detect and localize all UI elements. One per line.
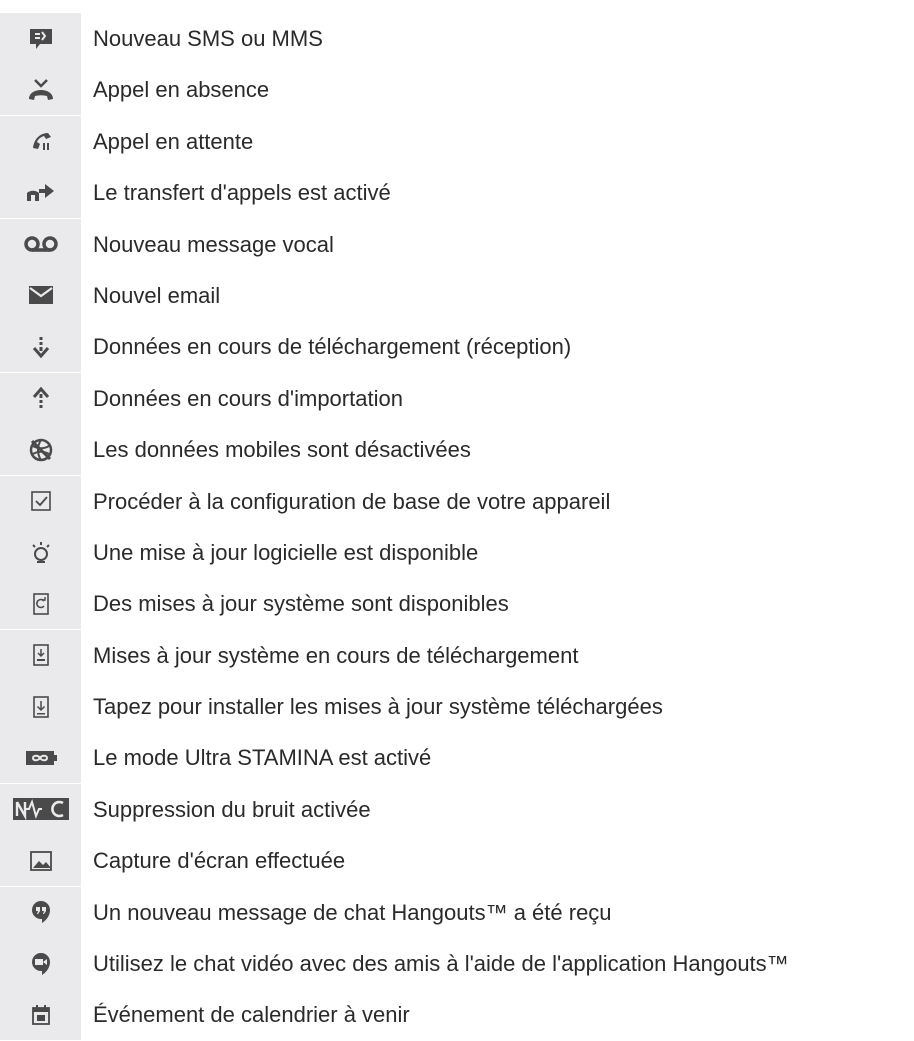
ultra-stamina-icon <box>0 732 81 784</box>
lightbulb-update-icon <box>0 526 81 578</box>
list-item: Appel en absence <box>0 64 914 116</box>
list-item-label: Une mise à jour logicielle est disponibl… <box>93 539 479 565</box>
list-item: Capture d'écran effectuée <box>0 835 914 887</box>
list-item: Le transfert d'appels est activé <box>0 167 914 219</box>
voicemail-icon <box>0 218 81 270</box>
list-item: Événement de calendrier à venir <box>0 989 914 1041</box>
list-item-label: Données en cours de téléchargement (réce… <box>93 334 572 360</box>
system-update-downloading-icon <box>0 629 81 681</box>
list-item: Procéder à la configuration de base de v… <box>0 475 914 527</box>
list-item-label: Des mises à jour système sont disponible… <box>93 591 509 617</box>
list-item-label: Nouveau message vocal <box>93 231 334 257</box>
list-item: Une mise à jour logicielle est disponibl… <box>0 526 914 578</box>
list-item: Tapez pour installer les mises à jour sy… <box>0 681 914 733</box>
sms-mms-icon <box>0 13 81 64</box>
list-item: Le mode Ultra STAMINA est activé <box>0 732 914 784</box>
list-item-label: Données en cours d'importation <box>93 385 403 411</box>
hangouts-chat-icon <box>0 886 81 938</box>
list-item-label: Utilisez le chat vidéo avec des amis à l… <box>93 951 789 977</box>
calendar-event-icon <box>0 989 81 1041</box>
list-item: Données en cours de téléchargement (réce… <box>0 321 914 373</box>
noise-cancel-icon <box>0 783 81 835</box>
email-icon <box>0 269 81 321</box>
download-icon <box>0 321 81 373</box>
list-item-label: Le transfert d'appels est activé <box>93 180 391 206</box>
list-item-label: Le mode Ultra STAMINA est activé <box>93 745 432 771</box>
system-update-install-icon <box>0 681 81 733</box>
list-item: Appel en attente <box>0 115 914 167</box>
call-on-hold-icon <box>0 115 81 167</box>
list-item: Suppression du bruit activée <box>0 783 914 835</box>
list-item: Utilisez le chat vidéo avec des amis à l… <box>0 938 914 990</box>
hangouts-video-icon <box>0 938 81 990</box>
list-item-label: Un nouveau message de chat Hangouts™ a é… <box>93 899 612 925</box>
checkbox-setup-icon <box>0 475 81 527</box>
list-item-label: Suppression du bruit activée <box>93 796 371 822</box>
list-item: Nouveau SMS ou MMS <box>0 13 914 64</box>
upload-icon <box>0 372 81 424</box>
missed-call-icon <box>0 64 81 116</box>
list-item: Les données mobiles sont désactivées <box>0 424 914 476</box>
list-item-label: Les données mobiles sont désactivées <box>93 437 471 463</box>
list-item-label: Capture d'écran effectuée <box>93 848 346 874</box>
list-item-label: Nouveau SMS ou MMS <box>93 26 323 51</box>
system-update-icon <box>0 578 81 630</box>
call-forwarding-icon <box>0 167 81 219</box>
list-item: Un nouveau message de chat Hangouts™ a é… <box>0 886 914 938</box>
list-item-label: Tapez pour installer les mises à jour sy… <box>93 694 663 720</box>
screenshot-icon <box>0 835 81 887</box>
list-item-label: Appel en absence <box>93 77 270 103</box>
list-item-label: Nouvel email <box>93 282 221 308</box>
mobile-data-off-icon <box>0 424 81 476</box>
list-item: Nouvel email <box>0 269 914 321</box>
list-item: Données en cours d'importation <box>0 372 914 424</box>
list-item: Mises à jour système en cours de télécha… <box>0 629 914 681</box>
list-item-label: Événement de calendrier à venir <box>93 1002 410 1028</box>
list-item-label: Mises à jour système en cours de télécha… <box>93 642 579 668</box>
notification-icon-list: Nouveau SMS ou MMS Appel en absence Appe… <box>0 13 914 1041</box>
list-item-label: Procéder à la configuration de base de v… <box>93 488 611 514</box>
list-item: Des mises à jour système sont disponible… <box>0 578 914 630</box>
list-item: Nouveau message vocal <box>0 218 914 270</box>
list-item-label: Appel en attente <box>93 128 254 154</box>
